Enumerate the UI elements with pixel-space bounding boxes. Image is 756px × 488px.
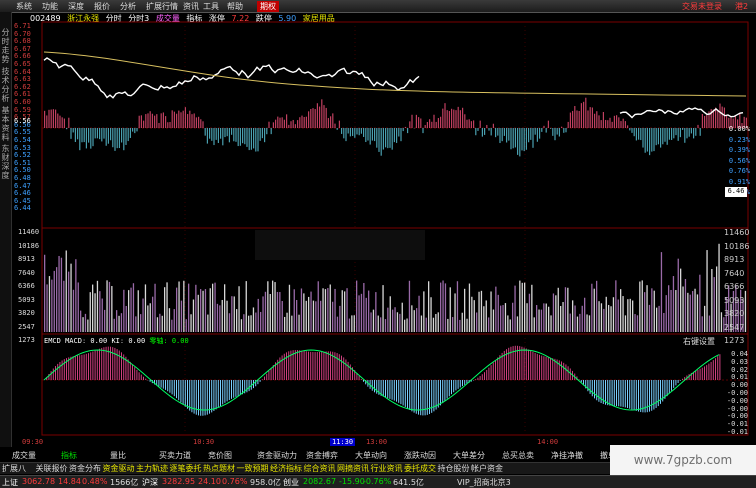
macd-tick: -0.00	[727, 397, 748, 405]
volume-tick: 7640	[18, 269, 35, 277]
percent-tick: 0.56%	[729, 157, 750, 165]
cy-value: 2082.67	[303, 477, 336, 486]
volume-tick: 2547	[18, 323, 35, 331]
macd-name: EMCD MACD	[44, 337, 82, 345]
volume-tick: 5093	[724, 296, 744, 305]
macd-zero-value: 0.00	[172, 337, 189, 345]
percent-tick: 0.00%	[729, 125, 750, 133]
macd-tick: 0.03	[731, 358, 748, 366]
user-account[interactable]: VIP_招商北京3	[457, 477, 511, 488]
macd-tick: -0.00	[727, 405, 748, 413]
toolbar-item[interactable]: 成交量	[12, 450, 36, 461]
price-tick: 6.44	[14, 204, 31, 212]
toolbar2-item[interactable]: 委托成交	[404, 463, 436, 474]
site-watermark: www.7gpzb.com	[610, 445, 756, 475]
macd-tick: 0.00	[731, 381, 748, 389]
volume-tick: 2547	[724, 323, 744, 332]
toolbar-item[interactable]: 资金搏弈	[306, 450, 338, 461]
volume-tick: 1273	[724, 336, 744, 345]
percent-tick: 0.91%	[729, 178, 750, 186]
current-price-marker: 6.46	[725, 187, 747, 197]
macd-k-value: 0.00	[128, 337, 145, 345]
volume-tick: 1273	[18, 336, 35, 344]
cy-change: -15.90	[339, 477, 365, 486]
macd-tick: -0.01	[727, 428, 748, 436]
volume-tick: 6366	[724, 282, 744, 291]
hs-amount: 958.0亿	[250, 477, 281, 488]
volume-tick: 6366	[18, 282, 35, 290]
macd-tick: 0.04	[731, 350, 748, 358]
percent-tick: 0.39%	[729, 146, 750, 154]
macd-tick: -0.00	[727, 412, 748, 420]
toolbar-item[interactable]: 总买总卖	[502, 450, 534, 461]
toolbar2-item[interactable]: 一致预期	[237, 463, 269, 474]
macd-tick: 0.02	[731, 366, 748, 374]
toolbar2-item[interactable]: 扩展八	[2, 463, 26, 474]
toolbar-item[interactable]: 大单动向	[355, 450, 387, 461]
toolbar-item[interactable]: 竞价图	[208, 450, 232, 461]
macd-value: 0.00	[90, 337, 107, 345]
time-tick-1300: 13:00	[366, 438, 387, 446]
volume-tick: 8913	[18, 255, 35, 263]
hs-percent: 0.76%	[222, 477, 247, 486]
volume-tick: 3820	[18, 309, 35, 317]
toolbar2-item[interactable]: 综合资讯	[304, 463, 336, 474]
sh-change: 14.84	[58, 477, 81, 486]
toolbar2-item[interactable]: 行业资讯	[371, 463, 403, 474]
toolbar-item[interactable]: 指标	[61, 450, 77, 461]
toolbar-item[interactable]: 净挂净撤	[551, 450, 583, 461]
time-tick-1130: 11:30	[330, 438, 355, 446]
sh-value: 3062.78	[22, 477, 55, 486]
toolbar-item[interactable]: 量比	[110, 450, 126, 461]
toolbar-item[interactable]: 涨跌动因	[404, 450, 436, 461]
volume-tick: 5093	[18, 296, 35, 304]
volume-tick: 8913	[724, 255, 744, 264]
toolbar2-item[interactable]: 热点题材	[203, 463, 235, 474]
macd-zero-label: 零轴	[149, 337, 163, 345]
percent-tick: 0.23%	[729, 136, 750, 144]
hs-change: 24.10	[198, 477, 221, 486]
time-tick-1400: 14:00	[537, 438, 558, 446]
toolbar2-item[interactable]: 经济指标	[270, 463, 302, 474]
current-price-tick: 6.56	[14, 117, 31, 125]
time-tick-1030: 10:30	[193, 438, 214, 446]
toolbar2-item[interactable]: 网摘资讯	[337, 463, 369, 474]
volume-tick: 10186	[18, 242, 39, 250]
macd-tick: 0.01	[731, 373, 748, 381]
toolbar2-item[interactable]: 主力轨迹	[136, 463, 168, 474]
macd-tick: -0.01	[727, 420, 748, 428]
toolbar2-item[interactable]: 逐笔委托	[170, 463, 202, 474]
toolbar2-item[interactable]: 资金分布	[69, 463, 101, 474]
hs-label[interactable]: 沪深	[142, 477, 158, 488]
sh-amount: 1566亿	[110, 477, 138, 488]
hs-value: 3282.95	[162, 477, 195, 486]
volume-tick: 7640	[724, 269, 744, 278]
toolbar-item[interactable]: 资金驱动力	[257, 450, 297, 461]
right-click-settings[interactable]: 右键设置	[683, 336, 715, 347]
percent-tick: 0.76%	[729, 167, 750, 175]
volume-tick: 11460	[724, 228, 749, 237]
cy-label[interactable]: 创业	[283, 477, 299, 488]
macd-k-label: KI	[111, 337, 119, 345]
toolbar2-item[interactable]: 帐户资金	[471, 463, 503, 474]
macd-tick: -0.00	[727, 389, 748, 397]
toolbar2-item[interactable]: 资金驱动	[103, 463, 135, 474]
volume-tick: 11460	[18, 228, 39, 236]
toolbar2-item[interactable]: 关联报价	[36, 463, 68, 474]
time-tick-0930: 09:30	[22, 438, 43, 446]
sh-label[interactable]: 上证	[2, 477, 18, 488]
overlay-box	[255, 230, 425, 260]
macd-header: EMCD MACD: 0.00 KI: 0.00 零轴: 0.00	[44, 336, 189, 346]
toolbar2-item[interactable]: 持仓股份	[438, 463, 470, 474]
sh-percent: 0.48%	[82, 477, 107, 486]
status-bar: 上证 3062.78 14.84 0.48% 1566亿 沪深 3282.95 …	[0, 475, 756, 488]
cy-amount: 641.5亿	[393, 477, 424, 488]
cy-percent: -0.76%	[363, 477, 391, 486]
toolbar-item[interactable]: 大单差分	[453, 450, 485, 461]
toolbar-item[interactable]: 买卖力道	[159, 450, 191, 461]
volume-tick: 10186	[724, 242, 749, 251]
volume-tick: 3820	[724, 309, 744, 318]
